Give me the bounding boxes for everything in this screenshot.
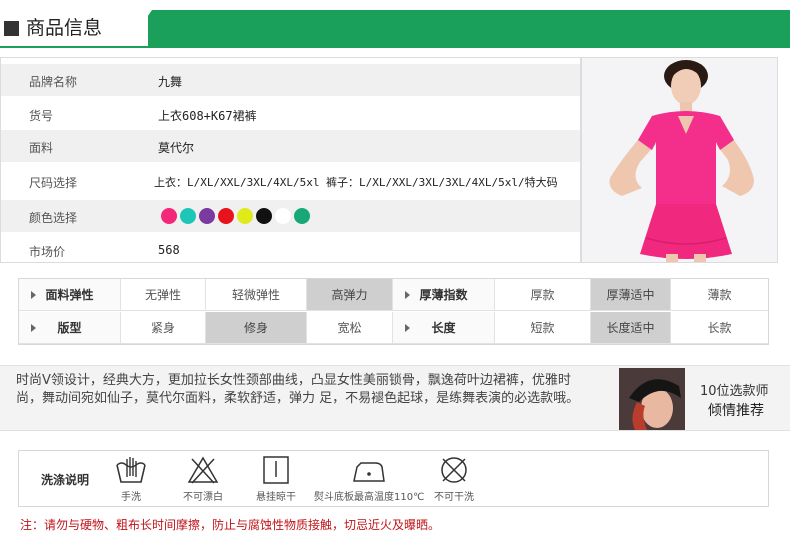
model-illustration <box>582 58 777 262</box>
attr-option: 无弹性 <box>121 279 206 311</box>
info-row-fabric: 面料 莫代尔 <box>1 130 580 162</box>
header-square-icon <box>4 21 19 36</box>
care-label: 悬挂晾干 <box>256 492 296 503</box>
size-top-value: 上衣：L/XL/XXL/3XL/4XL/5xl <box>154 176 320 189</box>
color-swatch <box>180 208 196 224</box>
color-swatch <box>218 208 234 224</box>
color-swatch <box>256 208 272 224</box>
info-row-price: 市场价 568 <box>1 234 580 266</box>
triangle-icon <box>405 291 410 299</box>
triangle-icon <box>405 324 410 332</box>
info-value: 莫代尔 <box>158 141 195 155</box>
info-row-sku: 货号 上衣608+K67裙裤 <box>1 98 580 130</box>
care-label: 不可干洗 <box>434 492 474 503</box>
care-title: 洗涤说明 <box>41 473 90 487</box>
info-label: 尺码选择 <box>29 176 78 190</box>
iron-icon <box>353 462 385 482</box>
attribute-table: 面料弹性 无弹性 轻微弹性 高弹力 厚薄指数 厚款 厚薄适中 薄款 版型 紧身 … <box>18 278 769 345</box>
info-label: 品牌名称 <box>29 75 78 89</box>
info-label: 市场价 <box>29 245 66 259</box>
attr-option-selected: 高弹力 <box>307 279 393 311</box>
attr-option-selected: 长度适中 <box>591 312 671 344</box>
triangle-icon <box>31 291 36 299</box>
attr-option: 宽松 <box>307 312 393 344</box>
no-bleach-icon <box>187 456 219 484</box>
hand-wash-icon <box>116 457 146 483</box>
attr-option-selected: 厚薄适中 <box>591 279 671 311</box>
care-note: 注：请勿与硬物、粗布长时间摩擦，防止与腐蚀性物质接触，切忌近火及曝晒。 <box>20 518 441 532</box>
product-description: 时尚V领设计，经典大方，更加拉长女性颈部曲线，凸显女性美丽锁骨，飘逸荷叶边裙裤，… <box>16 373 580 406</box>
care-item-no-dry-clean: 不可干洗 <box>409 455 499 503</box>
info-label: 货号 <box>29 109 54 123</box>
care-label: 熨斗底板最高温度110℃ <box>314 492 425 503</box>
info-value: 上衣608+K67裙裤 <box>158 109 257 123</box>
stylist-avatar <box>619 368 685 430</box>
attr-option: 短款 <box>495 312 591 344</box>
color-swatch <box>237 208 253 224</box>
attr-option: 长款 <box>671 312 768 344</box>
recommend-line1: 10位选款师 <box>700 384 769 399</box>
care-instructions: 洗涤说明 手洗 不可漂白 悬挂晾干 熨斗底板最高温度110℃ 不可干洗 <box>18 450 769 507</box>
hang-dry-icon <box>263 456 289 484</box>
attr-option: 薄款 <box>671 279 768 311</box>
color-swatch <box>275 208 291 224</box>
attr-label-fit: 版型 <box>19 312 121 344</box>
attr-label-length: 长度 <box>393 312 495 344</box>
attr-option-selected: 修身 <box>206 312 307 344</box>
care-item-iron: 熨斗底板最高温度110℃ <box>314 455 424 503</box>
attr-label-elasticity: 面料弹性 <box>19 279 121 311</box>
product-photo <box>581 57 778 263</box>
attr-option: 厚款 <box>495 279 591 311</box>
section-header: 商品信息 <box>0 10 790 48</box>
attr-label-thickness: 厚薄指数 <box>393 279 495 311</box>
no-dry-clean-icon <box>441 457 467 483</box>
price-value: 568 <box>158 243 180 257</box>
info-row-color: 颜色选择 <box>1 200 580 232</box>
attr-option: 紧身 <box>121 312 206 344</box>
color-swatch <box>199 208 215 224</box>
info-label: 面料 <box>29 141 54 155</box>
description-band: 时尚V领设计，经典大方，更加拉长女性颈部曲线，凸显女性美丽锁骨，飘逸荷叶边裙裤，… <box>0 365 790 431</box>
attr-option: 轻微弹性 <box>206 279 307 311</box>
triangle-icon <box>31 324 36 332</box>
color-swatch <box>294 208 310 224</box>
section-title: 商品信息 <box>26 17 103 39</box>
info-value: 九舞 <box>158 75 183 89</box>
product-info-table: 品牌名称 九舞 货号 上衣608+K67裙裤 面料 莫代尔 尺码选择 上衣：L/… <box>0 57 581 263</box>
color-swatch <box>161 208 177 224</box>
info-label: 颜色选择 <box>29 211 78 225</box>
recommend-line2: 倾情推荐 <box>708 403 764 419</box>
care-item-hang-dry: 悬挂晾干 <box>231 455 321 503</box>
info-row-size: 尺码选择 上衣：L/XL/XXL/3XL/4XL/5xl 裤子：L/XL/XXL… <box>1 165 580 197</box>
info-row-brand: 品牌名称 九舞 <box>1 64 580 96</box>
size-pants-value: 裤子：L/XL/XXL/3XL/3XL/4XL/5xl/特大码 <box>326 176 558 189</box>
